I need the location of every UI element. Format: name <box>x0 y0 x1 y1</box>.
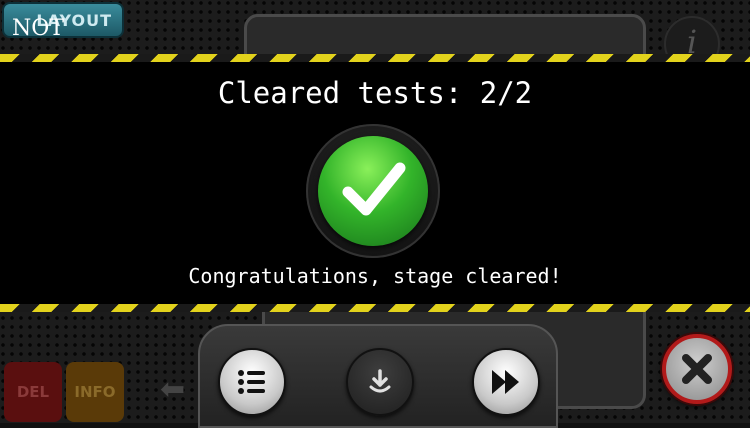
menu-button[interactable] <box>218 348 286 416</box>
congratulations-text: Congratulations, stage cleared! <box>188 264 562 288</box>
cleared-tests-text: Cleared tests: 2/2 <box>217 76 533 110</box>
close-button[interactable] <box>662 334 732 404</box>
close-icon <box>682 354 712 384</box>
hazard-stripe-top <box>0 54 750 62</box>
next-stage-button[interactable] <box>472 348 540 416</box>
stage-cleared-banner: Cleared tests: 2/2 Congratulations, stag… <box>0 54 750 312</box>
checkmark-badge <box>306 124 440 258</box>
download-button[interactable] <box>346 348 414 416</box>
bottom-toolbar <box>198 324 558 428</box>
fast-forward-icon <box>492 370 519 394</box>
checkmark-icon <box>318 136 428 246</box>
gate-label: NOT <box>12 16 64 41</box>
arrow-left-icon: ⬅ <box>160 372 186 407</box>
list-menu-icon <box>238 370 265 394</box>
delete-button[interactable]: DEL <box>4 362 62 422</box>
download-icon <box>369 369 391 393</box>
hazard-stripe-bottom <box>0 304 750 312</box>
info-button[interactable]: INFO <box>66 362 124 422</box>
